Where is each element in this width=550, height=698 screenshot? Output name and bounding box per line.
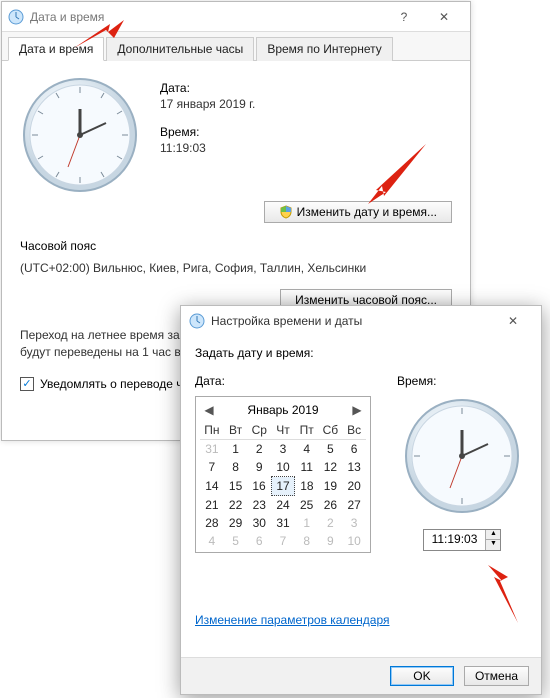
calendar-day-cell[interactable]: 6 (342, 440, 366, 459)
calendar-day-cell[interactable]: 27 (342, 496, 366, 515)
calendar-day-cell[interactable]: 29 (224, 514, 248, 532)
calendar-day-cell[interactable]: 10 (271, 458, 295, 477)
calendar-day-cell[interactable]: 1 (295, 514, 319, 532)
calendar-day-cell[interactable]: 7 (271, 532, 295, 550)
cancel-button[interactable]: Отмена (464, 666, 529, 686)
calendar-day-cell[interactable]: 18 (295, 477, 319, 496)
calendar-day-cell[interactable]: 26 (319, 496, 343, 515)
calendar-day-cell[interactable]: 1 (224, 440, 248, 459)
calendar-day-header: Пн (200, 421, 224, 440)
calendar-title: Январь 2019 (247, 403, 318, 417)
calendar-day-cell[interactable]: 25 (295, 496, 319, 515)
calendar-day-cell[interactable]: 28 (200, 514, 224, 532)
calendar-day-cell[interactable]: 10 (342, 532, 366, 550)
calendar-day-cell[interactable]: 6 (247, 532, 271, 550)
calendar-day-cell[interactable]: 5 (224, 532, 248, 550)
date-time-settings-window: Настройка времени и даты ✕ Задать дату и… (180, 305, 542, 695)
tab-internet-time[interactable]: Время по Интернету (256, 37, 392, 61)
date-label: Дата: (160, 81, 255, 95)
calendar-day-cell[interactable]: 24 (271, 496, 295, 515)
calendar-day-cell[interactable]: 2 (319, 514, 343, 532)
calendar-day-cell[interactable]: 5 (319, 440, 343, 459)
close-button[interactable]: ✕ (424, 5, 464, 29)
titlebar: Дата и время ? ✕ (2, 2, 470, 32)
sub-close-button[interactable]: ✕ (493, 309, 533, 333)
calendar-day-cell[interactable]: 19 (319, 477, 343, 496)
clock-icon (189, 313, 205, 329)
shield-icon (279, 205, 293, 219)
calendar-day-cell[interactable]: 16 (247, 477, 271, 496)
calendar-day-cell[interactable]: 31 (271, 514, 295, 532)
calendar-day-cell[interactable]: 14 (200, 477, 224, 496)
calendar-day-cell[interactable]: 11 (295, 458, 319, 477)
ok-button[interactable]: OK (390, 666, 454, 686)
calendar-day-header: Пт (295, 421, 319, 440)
timezone-label: Часовой пояс (20, 239, 452, 253)
time-field-label: Время: (397, 374, 527, 388)
calendar-day-header: Вт (224, 421, 248, 440)
calendar-day-cell[interactable]: 23 (247, 496, 271, 515)
calendar-day-header: Чт (271, 421, 295, 440)
time-value: 11:19:03 (160, 141, 255, 155)
calendar-day-cell[interactable]: 3 (271, 440, 295, 459)
calendar-day-cell[interactable]: 2 (247, 440, 271, 459)
analog-clock (402, 396, 522, 516)
spinner-up-button[interactable]: ▲ (486, 530, 500, 540)
annotation-arrow-1 (74, 20, 124, 54)
calendar-day-cell[interactable]: 4 (200, 532, 224, 550)
calendar-day-cell[interactable]: 22 (224, 496, 248, 515)
spinner-down-button[interactable]: ▼ (486, 540, 500, 550)
tab-strip: Дата и время Дополнительные часы Время п… (2, 32, 470, 61)
calendar-next-button[interactable]: ▶ (350, 403, 364, 417)
calendar-prev-button[interactable]: ◀ (202, 403, 216, 417)
calendar-day-header: Сб (319, 421, 343, 440)
calendar-day-cell[interactable]: 8 (295, 532, 319, 550)
calendar-day-cell[interactable]: 17 (271, 477, 295, 496)
date-value: 17 января 2019 г. (160, 97, 255, 111)
sub-titlebar: Настройка времени и даты ✕ (181, 306, 541, 336)
calendar-day-cell[interactable]: 8 (224, 458, 248, 477)
calendar-day-cell[interactable]: 20 (342, 477, 366, 496)
calendar: ◀ Январь 2019 ▶ ПнВтСрЧтПтСбВс3112345678… (195, 396, 371, 553)
calendar-day-cell[interactable]: 4 (295, 440, 319, 459)
calendar-day-cell[interactable]: 9 (319, 532, 343, 550)
calendar-day-cell[interactable]: 13 (342, 458, 366, 477)
calendar-day-cell[interactable]: 12 (319, 458, 343, 477)
time-label: Время: (160, 125, 255, 139)
calendar-day-cell[interactable]: 31 (200, 440, 224, 459)
date-field-label: Дата: (195, 374, 371, 388)
calendar-day-cell[interactable]: 9 (247, 458, 271, 477)
time-input[interactable]: 11:19:03 (424, 530, 486, 550)
calendar-day-cell[interactable]: 15 (224, 477, 248, 496)
calendar-day-header: Ср (247, 421, 271, 440)
help-button[interactable]: ? (384, 5, 424, 29)
time-spinner[interactable]: 11:19:03 ▲ ▼ (423, 529, 502, 551)
sub-window-title: Настройка времени и даты (211, 314, 493, 328)
calendar-day-header: Вс (342, 421, 366, 440)
annotation-arrow-3 (488, 565, 522, 625)
calendar-day-cell[interactable]: 21 (200, 496, 224, 515)
clock-icon (8, 9, 24, 25)
calendar-day-cell[interactable]: 3 (342, 514, 366, 532)
analog-clock (20, 75, 140, 195)
calendar-day-cell[interactable]: 7 (200, 458, 224, 477)
change-date-time-button[interactable]: Изменить дату и время... (264, 201, 452, 223)
dst-notify-checkbox[interactable]: ✓ (20, 377, 34, 391)
set-date-time-label: Задать дату и время: (195, 346, 527, 360)
calendar-settings-link[interactable]: Изменение параметров календаря (195, 613, 390, 627)
annotation-arrow-2 (368, 144, 428, 204)
timezone-value: (UTC+02:00) Вильнюс, Киев, Рига, София, … (20, 261, 452, 275)
calendar-day-cell[interactable]: 30 (247, 514, 271, 532)
tab-additional-clocks[interactable]: Дополнительные часы (106, 37, 254, 61)
